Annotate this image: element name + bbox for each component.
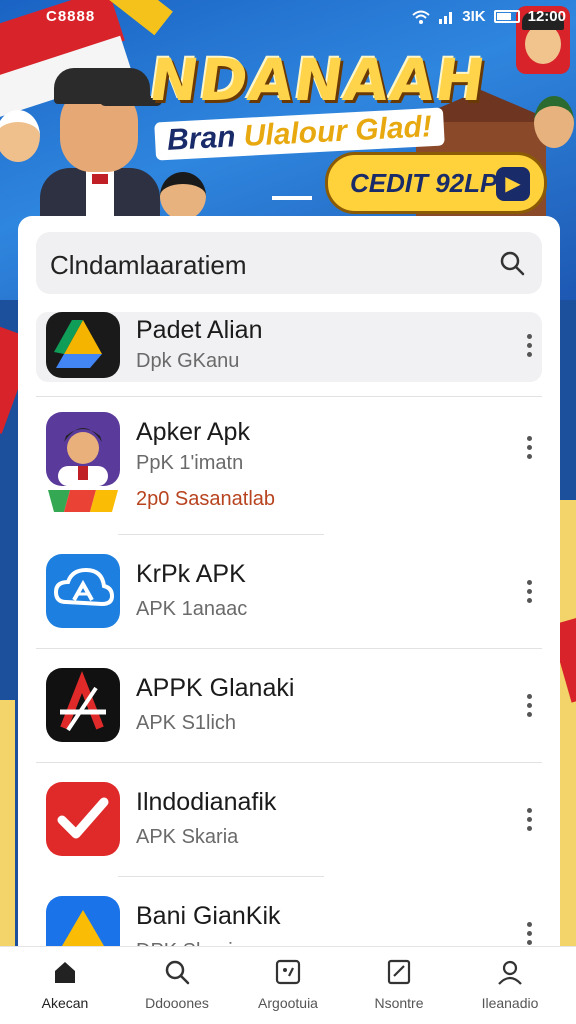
home-icon [55,962,75,983]
app-list-item[interactable]: KrPk APK APK 1anaac [36,554,542,634]
drive-triangle-icon [46,312,120,378]
letter-a-icon [46,668,120,742]
more-vert-icon[interactable] [524,808,534,834]
app-subtitle: PpK 1'imatn [136,452,244,474]
app-title: KrPk APK [136,560,246,588]
more-vert-icon[interactable] [524,334,534,360]
nav-label: Nsontre [374,995,424,1011]
app-extra-info: 2p0 Sasanatlab [136,488,276,510]
app-list-item[interactable]: Apker Apk PpK 1'imatn 2p0 Sasanatlab [36,412,542,522]
nav-item-profile[interactable]: Ileanadio [455,957,565,1011]
more-vert-icon[interactable] [524,436,534,462]
checkmark-icon [46,782,120,856]
nav-label: Ileanadio [481,995,539,1011]
more-vert-icon[interactable] [524,580,534,606]
edit-icon [387,959,411,985]
character-illustration [0,110,40,162]
character-illustration [534,96,574,148]
app-list-item[interactable]: Ilndodianafik APK Skaria [36,782,542,862]
nav-item-home[interactable]: Akecan [10,957,120,1011]
banner-headline: NDANAAH [145,46,491,114]
decor-stripe [558,500,576,960]
drive-triangle-icon [46,488,120,514]
app-list-card: Clndamlaaratiem Padet Alian Dpk GKanu Ap… [18,216,560,956]
cta-label: CEDIT 92LP [350,167,498,198]
search-bar[interactable]: Clndamlaaratiem [36,232,542,294]
search-icon[interactable] [498,249,526,277]
arrow-right-icon: ▶ [496,167,530,201]
profile-icon [498,960,522,985]
nav-item-search[interactable]: Ddooones [122,957,232,1011]
divider [36,762,542,763]
apps-icon [275,959,301,985]
banner-subline-part1: Bran [166,119,245,157]
clock: 12:00 [527,8,566,25]
app-title: Ilndodianafik [136,788,277,816]
divider [118,876,324,877]
status-bar: C8888 3IK 12:00 [0,4,576,30]
nav-label: Akecan [41,995,89,1011]
decor-stripe [0,700,15,960]
decorative-dash [272,196,312,200]
cta-button[interactable]: CEDIT 92LP ▶ [325,152,547,214]
nav-label: Argootuia [258,995,318,1011]
nav-item-updates[interactable]: Nsontre [344,957,454,1011]
app-title: APPK Glanaki [136,674,295,702]
search-input[interactable]: Clndamlaaratiem [50,250,247,281]
character-illustration [160,172,206,220]
signal-text: 3IK [462,8,486,25]
bottom-nav: Akecan Ddooones Argootuia Nsontre Ileana… [0,946,576,1024]
app-title: Bani GianKik [136,902,281,930]
app-title: Padet Alian [136,316,263,344]
decor-stripe [0,560,18,680]
more-vert-icon[interactable] [524,694,534,720]
app-subtitle: Dpk GKanu [136,350,240,372]
divider [36,648,542,649]
more-vert-icon[interactable] [524,922,534,948]
app-subtitle: APK S1lich [136,712,237,734]
signal-icon [439,11,453,24]
cloud-sync-icon [46,554,120,628]
portrait-icon [46,412,120,486]
nav-item-apps[interactable]: Argootuia [233,957,343,1011]
app-title: Apker Apk [136,418,250,446]
carrier-label: C8888 [46,8,96,25]
app-list-item[interactable]: APPK Glanaki APK S1lich [36,668,542,748]
divider [118,534,324,535]
app-subtitle: APK Skaria [136,826,239,848]
banner-subline-part2: Ulalour Glad! [242,110,433,153]
wifi-icon [412,10,430,24]
search-icon [165,960,190,985]
divider [36,396,542,397]
app-list-item[interactable]: Padet Alian Dpk GKanu [36,312,542,382]
nav-label: Ddooones [145,995,209,1011]
app-subtitle: APK 1anaac [136,598,248,620]
battery-icon [493,10,520,23]
